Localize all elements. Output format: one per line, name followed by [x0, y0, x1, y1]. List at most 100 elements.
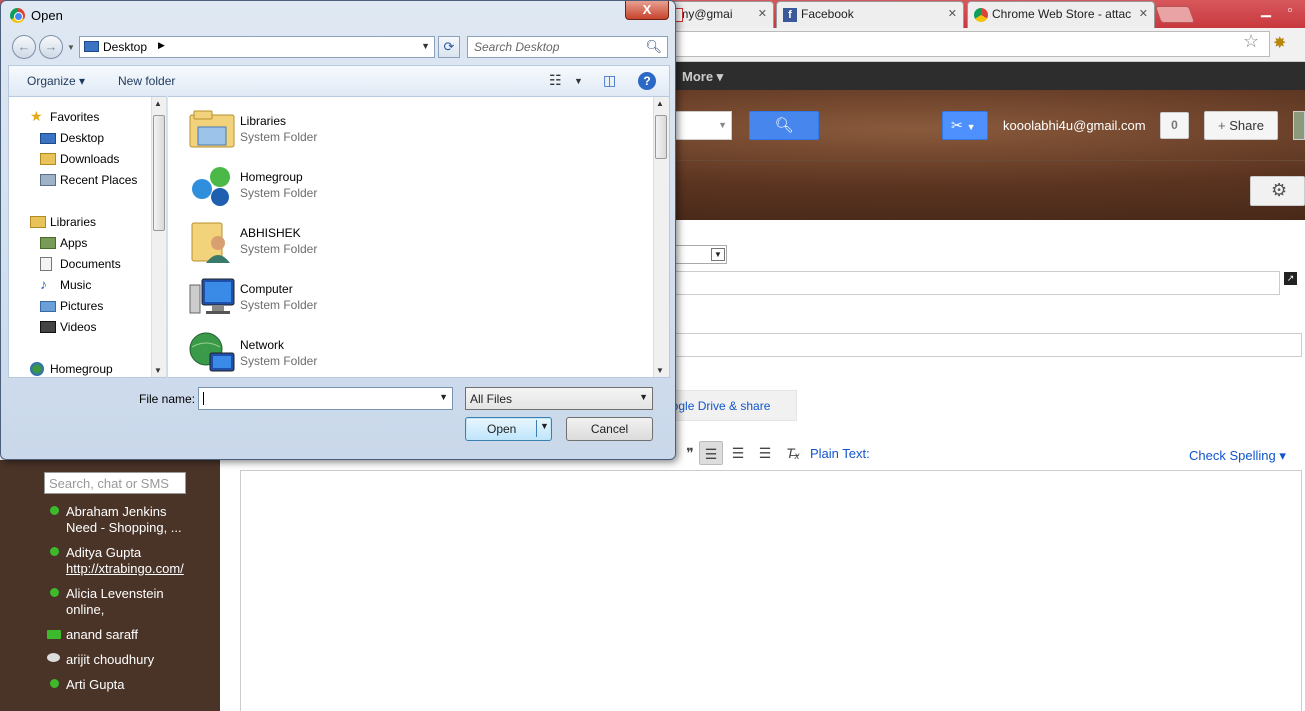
chevron-down-icon[interactable]: ▼: [574, 76, 583, 86]
compose-body[interactable]: [240, 470, 1302, 711]
align-right-icon[interactable]: ☰: [753, 441, 777, 465]
recent-locations-dropdown-icon[interactable]: ▼: [67, 43, 75, 52]
contact-item[interactable]: Arti Gupta: [66, 677, 216, 693]
text-caret: [203, 392, 204, 405]
nav-downloads[interactable]: Downloads: [40, 152, 119, 166]
nav-documents[interactable]: Documents: [40, 257, 121, 271]
nav-music[interactable]: ♪ Music: [40, 276, 91, 292]
chevron-down-icon[interactable]: ▼: [718, 120, 727, 130]
breadcrumb-arrow-icon[interactable]: ▶: [158, 40, 165, 51]
account-email[interactable]: kooolabhi4u@gmail.com: [1003, 118, 1146, 133]
search-icon[interactable]: 🔍︎: [645, 39, 662, 55]
scroll-down-icon[interactable]: ▼: [656, 366, 664, 375]
videos-icon: [40, 321, 56, 333]
scrollbar-thumb[interactable]: [655, 115, 667, 159]
nav-apps[interactable]: Apps: [40, 236, 87, 250]
close-dialog-button[interactable]: X: [625, 1, 669, 20]
extension-icon[interactable]: ✸: [1273, 33, 1286, 53]
chat-search-input[interactable]: Search, chat or SMS: [44, 472, 186, 494]
more-menu[interactable]: More ▾: [682, 69, 723, 85]
pictures-icon: [40, 301, 56, 312]
search-desktop-input[interactable]: Search Desktop 🔍︎: [467, 36, 668, 58]
popout-icon[interactable]: ↗: [1284, 272, 1297, 285]
contact-item[interactable]: Abraham Jenkins Need - Shopping, ...: [66, 504, 216, 536]
scrollbar-thumb[interactable]: [153, 115, 165, 231]
new-folder-button[interactable]: New folder: [118, 74, 175, 88]
file-name-input[interactable]: ▼: [198, 387, 453, 410]
file-list-scrollbar[interactable]: ▲ ▼: [653, 97, 669, 377]
new-tab-button[interactable]: [1154, 6, 1196, 23]
preview-pane-icon[interactable]: ◫: [603, 72, 616, 89]
organize-menu[interactable]: Organize ▾: [27, 74, 85, 88]
minimize-icon[interactable]: ▁: [1254, 1, 1278, 20]
location-text[interactable]: Desktop: [103, 40, 147, 54]
align-left-icon[interactable]: ☰: [699, 441, 723, 465]
file-type: System Folder: [240, 298, 318, 312]
nav-libraries[interactable]: Libraries: [30, 215, 96, 229]
online-status-icon: [50, 588, 59, 597]
file-item-abhishek[interactable]: ABHISHEK System Folder: [188, 217, 488, 267]
file-item-homegroup[interactable]: Homegroup System Folder: [188, 161, 488, 211]
nav-videos[interactable]: Videos: [40, 320, 96, 334]
plain-text-link[interactable]: Plain Text:: [810, 446, 870, 461]
navigation-scrollbar[interactable]: ▲ ▼: [151, 97, 166, 377]
facebook-favicon-icon: f: [783, 8, 797, 22]
chat-bubble-icon: [47, 653, 60, 662]
chevron-down-icon[interactable]: ▼: [421, 41, 430, 51]
contact-item[interactable]: Alicia Levenstein online,: [66, 586, 216, 618]
address-bar[interactable]: [660, 31, 1270, 57]
search-mail-button[interactable]: 🔍︎: [749, 111, 819, 140]
open-options-chevron-icon[interactable]: ▼: [540, 421, 549, 431]
nav-homegroup[interactable]: Homegroup: [30, 362, 113, 376]
tab-gmail[interactable]: jimmy@gmai ✕: [662, 1, 774, 28]
contact-item[interactable]: Aditya Gupta http://xtrabingo.com/: [66, 545, 216, 577]
subject-field[interactable]: [660, 333, 1302, 357]
chevron-down-icon: ▼: [711, 248, 725, 261]
nav-favorites[interactable]: ★ Favorites: [30, 108, 99, 124]
file-item-computer[interactable]: Computer System Folder: [188, 273, 488, 323]
bookmark-star-icon[interactable]: ☆: [1243, 31, 1259, 52]
google-drive-share-tab[interactable]: oogle Drive & share: [660, 390, 797, 421]
view-options-icon[interactable]: ☷: [549, 72, 562, 89]
settings-button[interactable]: ⚙: [1250, 176, 1305, 206]
check-spelling-link[interactable]: Check Spelling ▾: [1189, 448, 1286, 464]
align-center-icon[interactable]: ☰: [726, 441, 750, 465]
close-tab-icon[interactable]: ✕: [948, 2, 957, 26]
close-tab-icon[interactable]: ✕: [1139, 2, 1148, 26]
documents-icon: [40, 257, 52, 271]
tab-chrome-web-store[interactable]: Chrome Web Store - attac ✕: [967, 1, 1155, 28]
attach-button[interactable]: ✂︎ ▼: [942, 111, 988, 140]
help-icon[interactable]: ?: [638, 72, 656, 90]
scroll-up-icon[interactable]: ▲: [656, 99, 664, 108]
chrome-logo-icon: [10, 8, 25, 23]
network-icon: [189, 332, 235, 372]
command-bar: Organize ▾ New folder ☷ ▼ ◫ ?: [8, 65, 670, 96]
nav-recent-places[interactable]: Recent Places: [40, 173, 137, 187]
tab-facebook[interactable]: f Facebook ✕: [776, 1, 964, 28]
scroll-down-icon[interactable]: ▼: [154, 366, 162, 375]
contact-item[interactable]: anand saraff: [66, 627, 216, 643]
cancel-button[interactable]: Cancel: [566, 417, 653, 441]
share-button[interactable]: + Share: [1204, 111, 1278, 140]
search-placeholder: Search Desktop: [474, 40, 560, 54]
location-bar[interactable]: Desktop ▶ ▼: [79, 36, 435, 58]
back-button[interactable]: ←: [12, 35, 36, 59]
scroll-up-icon[interactable]: ▲: [154, 99, 162, 108]
nav-desktop[interactable]: Desktop: [40, 131, 104, 145]
file-type-filter-select[interactable]: All Files ▼: [465, 387, 653, 410]
maximize-icon[interactable]: ▫: [1278, 1, 1302, 20]
notification-count[interactable]: 0: [1160, 112, 1189, 139]
contact-status-link[interactable]: http://xtrabingo.com/: [66, 561, 216, 577]
file-item-libraries[interactable]: Libraries System Folder: [188, 105, 488, 155]
refresh-button[interactable]: ⟳: [438, 36, 460, 58]
remove-formatting-icon[interactable]: T̶ₓ: [781, 441, 805, 465]
avatar[interactable]: [1293, 111, 1305, 140]
nav-pictures[interactable]: Pictures: [40, 299, 103, 313]
close-tab-icon[interactable]: ✕: [758, 2, 767, 26]
file-item-network[interactable]: Network System Folder: [188, 329, 488, 379]
open-button[interactable]: Open: [465, 417, 552, 441]
chevron-down-icon[interactable]: ▼: [439, 392, 448, 402]
forward-button[interactable]: →: [39, 35, 63, 59]
contact-item[interactable]: arijit choudhury: [66, 652, 216, 668]
to-field[interactable]: [660, 271, 1280, 295]
